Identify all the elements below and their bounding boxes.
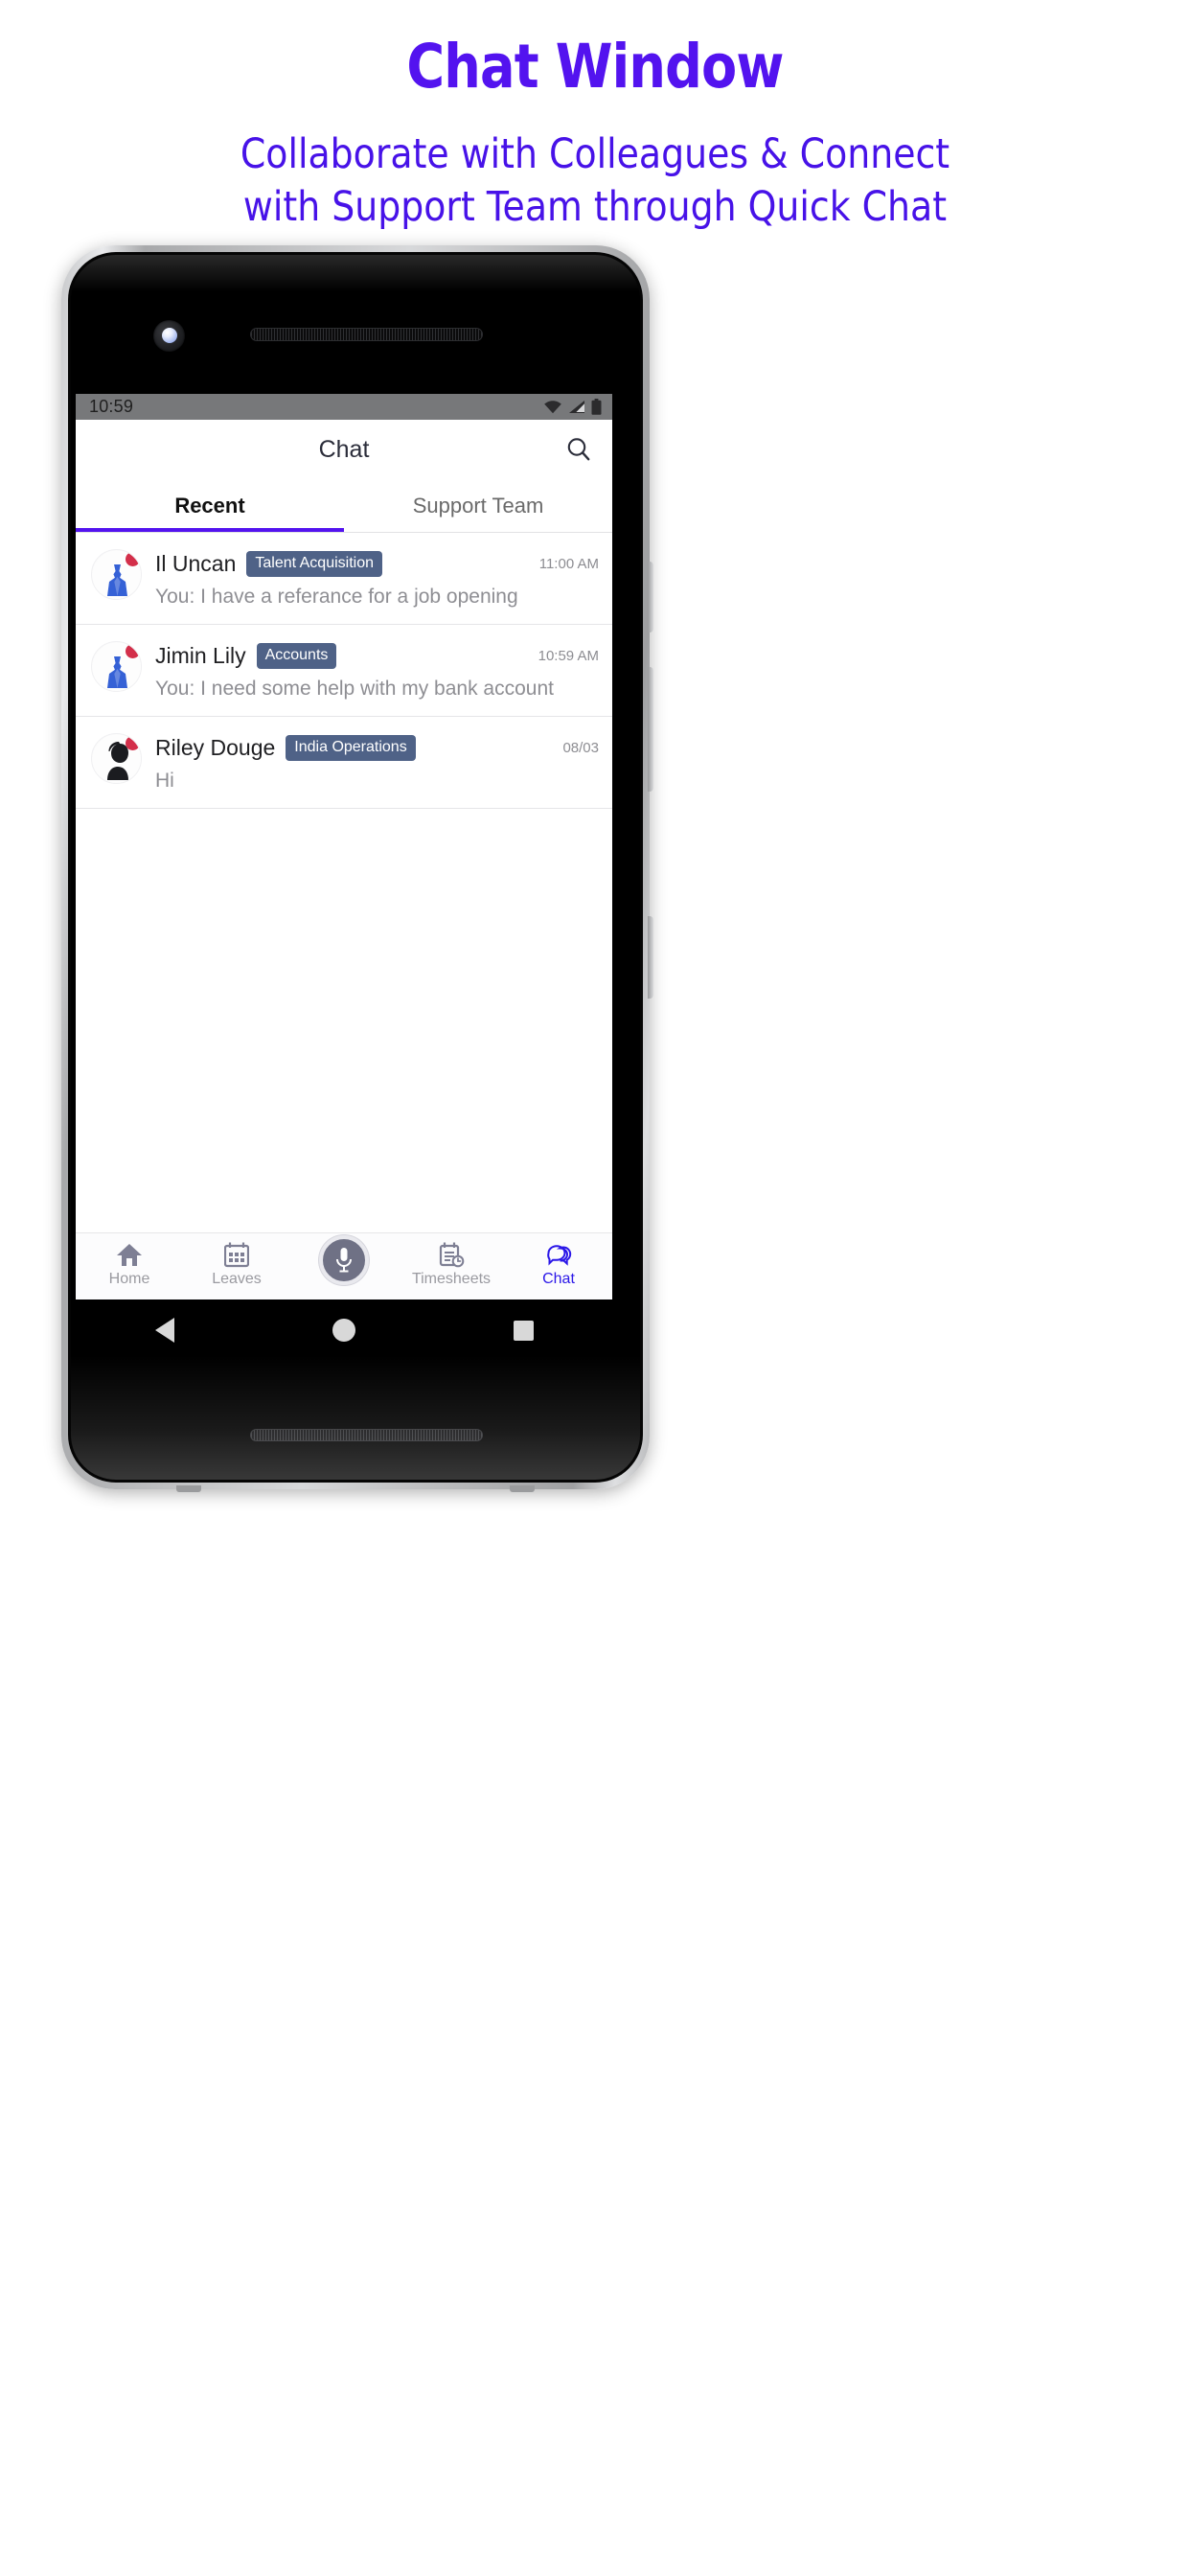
status-bar: 10:59	[76, 394, 612, 420]
phone-glass: 10:59 Chat Recent Support Team Il Uncan …	[71, 255, 640, 1480]
chat-row-body: Jimin Lily Accounts 10:59 AM You: I need…	[155, 641, 599, 701]
signal-icon	[569, 401, 584, 413]
department-badge: Talent Acquisition	[246, 551, 383, 577]
message-time: 08/03	[562, 740, 599, 756]
contact-name: Jimin Lily	[155, 643, 246, 668]
voice-assistant-button[interactable]	[319, 1235, 369, 1285]
chat-row-body: Il Uncan Talent Acquisition 11:00 AM You…	[155, 549, 599, 609]
timesheet-icon	[439, 1241, 465, 1268]
chat-row-header: Jimin Lily Accounts 10:59 AM	[155, 643, 599, 669]
phone-mockup: 10:59 Chat Recent Support Team Il Uncan …	[61, 245, 653, 1492]
battery-icon	[591, 399, 602, 415]
back-button[interactable]	[154, 1318, 174, 1343]
front-camera-icon	[153, 320, 185, 352]
nav-item-chat[interactable]: Chat	[505, 1233, 612, 1288]
nav-label-home: Home	[108, 1271, 150, 1287]
microphone-icon	[336, 1248, 352, 1273]
chat-row-header: Riley Douge India Operations 08/03	[155, 735, 599, 761]
power-button[interactable]	[648, 562, 653, 632]
recents-button[interactable]	[513, 1320, 534, 1341]
chat-row-header: Il Uncan Talent Acquisition 11:00 AM	[155, 551, 599, 577]
unread-dot	[126, 644, 140, 658]
avatar	[91, 733, 142, 784]
tab-support-team[interactable]: Support Team	[344, 479, 612, 532]
message-preview: You: I have a referance for a job openin…	[155, 586, 518, 608]
app-bar-title: Chat	[318, 435, 370, 463]
department-badge: Accounts	[256, 643, 337, 669]
search-button[interactable]	[562, 433, 595, 466]
unread-dot	[126, 552, 140, 566]
calendar-icon	[224, 1241, 249, 1268]
page-title: Chat Window	[406, 32, 784, 102]
chat-bubbles-icon	[544, 1241, 573, 1268]
avatar	[91, 641, 142, 692]
bottom-navigation[interactable]: Home Leaves Timesheets Chat	[76, 1232, 612, 1300]
nav-label-chat: Chat	[542, 1271, 575, 1287]
phone-foot-left	[176, 1485, 201, 1492]
chat-list-item[interactable]: Riley Douge India Operations 08/03 Hi	[76, 717, 612, 809]
bottom-speaker	[250, 1429, 483, 1441]
volume-button[interactable]	[648, 667, 653, 792]
home-button[interactable]	[332, 1319, 355, 1342]
promo-subtitle: Collaborate with Colleagues & Connect wi…	[72, 128, 1119, 234]
phone-bezel: 10:59 Chat Recent Support Team Il Uncan …	[68, 252, 643, 1483]
message-time: 10:59 AM	[538, 648, 599, 664]
contact-name: Riley Douge	[155, 735, 276, 760]
status-time: 10:59	[89, 397, 134, 416]
app-bar: Chat	[76, 420, 612, 479]
phone-bottom-sheen	[71, 1355, 640, 1480]
message-time: 11:00 AM	[538, 556, 599, 572]
message-preview: Hi	[155, 770, 174, 792]
chat-list: Il Uncan Talent Acquisition 11:00 AM You…	[76, 533, 612, 809]
phone-foot-right	[510, 1485, 535, 1492]
nav-item-home[interactable]: Home	[76, 1233, 183, 1288]
avatar	[91, 549, 142, 600]
department-badge: India Operations	[286, 735, 416, 761]
nav-item-leaves[interactable]: Leaves	[183, 1233, 290, 1288]
unread-dot	[126, 736, 140, 750]
tab-bar[interactable]: Recent Support Team	[76, 479, 612, 532]
contact-name: Il Uncan	[155, 551, 237, 576]
promo-header: Chat Window Collaborate with Colleagues …	[0, 0, 1190, 234]
phone-body: 10:59 Chat Recent Support Team Il Uncan …	[61, 245, 653, 1492]
chat-row-body: Riley Douge India Operations 08/03 Hi	[155, 733, 599, 793]
promo-subtitle-line-1: Collaborate with Colleagues & Connect	[240, 130, 950, 178]
earpiece-speaker	[250, 328, 483, 341]
tab-recent[interactable]: Recent	[76, 479, 344, 532]
mic-slot	[290, 1233, 398, 1285]
promo-subtitle-line-2: with Support Team through Quick Chat	[242, 183, 948, 231]
android-system-nav[interactable]	[76, 1300, 612, 1361]
message-preview: You: I need some help with my bank accou…	[155, 678, 554, 700]
home-icon	[116, 1241, 143, 1268]
status-icons	[543, 399, 602, 415]
nav-item-timesheets[interactable]: Timesheets	[398, 1233, 505, 1288]
app-screen: 10:59 Chat Recent Support Team Il Uncan …	[76, 394, 612, 1300]
nav-label-timesheets: Timesheets	[411, 1271, 492, 1287]
wifi-icon	[544, 401, 561, 414]
chat-list-item[interactable]: Il Uncan Talent Acquisition 11:00 AM You…	[76, 533, 612, 625]
chat-list-item[interactable]: Jimin Lily Accounts 10:59 AM You: I need…	[76, 625, 612, 717]
search-icon	[567, 438, 590, 461]
volume-down-button[interactable]	[648, 916, 653, 999]
nav-label-leaves: Leaves	[212, 1271, 262, 1287]
